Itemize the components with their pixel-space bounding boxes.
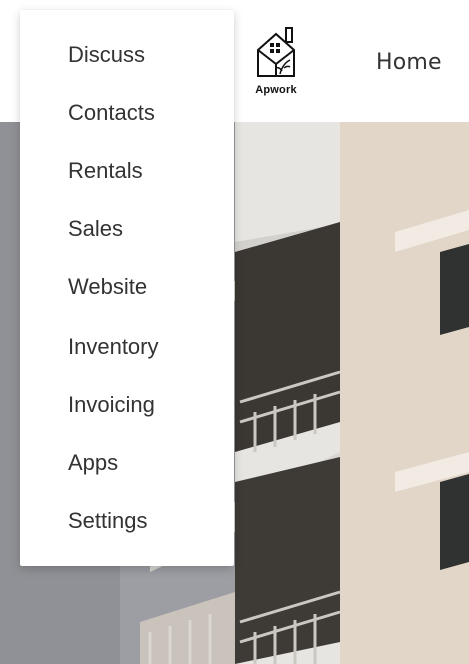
apwork-logo[interactable]: Apwork [236, 20, 316, 100]
menu-item-discuss[interactable]: Discuss [68, 44, 145, 66]
menu-item-invoicing[interactable]: Invoicing [68, 394, 155, 416]
menu-item-sales[interactable]: Sales [68, 218, 123, 240]
logo-text: Apwork [255, 84, 297, 96]
menu-item-settings[interactable]: Settings [68, 510, 148, 532]
apps-dropdown-menu: Discuss Contacts Rentals Sales Website I… [20, 10, 234, 566]
menu-item-website[interactable]: Website [68, 276, 147, 298]
apwork-house-logo-icon [257, 27, 295, 77]
menu-item-inventory[interactable]: Inventory [68, 336, 159, 358]
menu-item-apps[interactable]: Apps [68, 452, 118, 474]
nav-home-link[interactable]: Home [376, 50, 442, 75]
menu-item-rentals[interactable]: Rentals [68, 160, 143, 182]
menu-item-contacts[interactable]: Contacts [68, 102, 155, 124]
